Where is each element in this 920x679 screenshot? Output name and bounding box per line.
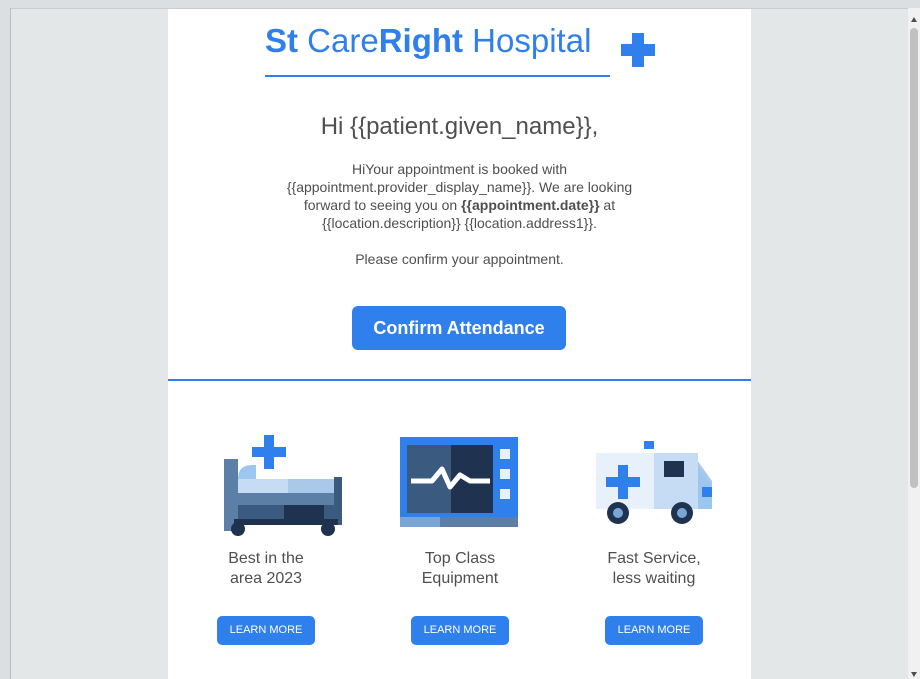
appointment-message: HiYour appointment is booked with {{appo… (264, 160, 655, 232)
feature-caption-line-1: Best in the (228, 550, 304, 567)
message-line-3: forward to seeing you on {{appointment.d… (264, 196, 655, 214)
feature-caption: Top Class Equipment (380, 549, 540, 589)
email-card: St Care Right Hospital Hi {{patient.give… (168, 9, 751, 679)
message-line-4: {{location.description}} {{location.addr… (322, 215, 597, 231)
scroll-up-arrow-icon[interactable] (911, 17, 917, 22)
appointment-date-placeholder: {{appointment.date}} (461, 197, 600, 213)
message-line-3-pre: forward to seeing you on (303, 197, 462, 213)
feature-caption-line-1: Top Class (424, 550, 496, 567)
feature-caption: Fast Service, less waiting (574, 549, 734, 589)
window-left-edge (0, 8, 11, 679)
feature-best-in-area: Best in the area 2023 LEARN MORE (186, 429, 346, 645)
ambulance-icon (574, 429, 734, 539)
message-line-2: {{appointment.provider_display_name}}. W… (286, 179, 633, 195)
feature-caption-line-1: Fast Service, (607, 550, 701, 567)
confirm-prompt: Please confirm your appointment. (355, 251, 564, 267)
feature-fast-service: Fast Service, less waiting LEARN MORE (574, 429, 734, 645)
feature-caption-line-2: Equipment (421, 570, 499, 587)
vertical-scrollbar[interactable] (908, 8, 920, 679)
greeting-heading: Hi {{patient.given_name}}, (320, 113, 599, 140)
medical-cross-icon (621, 33, 655, 67)
confirm-attendance-button[interactable]: Confirm Attendance (352, 306, 566, 350)
message-line-3-post: at (599, 197, 616, 213)
hospital-bed-icon (186, 429, 346, 539)
message-line-1: HiYour appointment is booked with (351, 161, 568, 177)
brand-part-care: Care (307, 22, 379, 59)
feature-caption: Best in the area 2023 (186, 549, 346, 589)
brand-part-hospital: Hospital (463, 22, 592, 59)
feature-caption-line-2: area 2023 (229, 570, 303, 587)
scrollbar-thumb[interactable] (910, 28, 918, 488)
learn-more-button[interactable]: LEARN MORE (411, 616, 509, 645)
brand-part-right: Right (378, 22, 464, 59)
heart-monitor-icon (380, 429, 540, 539)
section-divider (168, 379, 751, 381)
feature-top-class-equipment: Top Class Equipment LEARN MORE (380, 429, 540, 645)
scroll-down-arrow-icon[interactable] (911, 672, 917, 677)
brand-part-st: St (265, 22, 308, 59)
learn-more-button[interactable]: LEARN MORE (217, 616, 315, 645)
feature-caption-line-2: less waiting (612, 570, 696, 587)
learn-more-button[interactable]: LEARN MORE (605, 616, 703, 645)
window-top-edge (0, 0, 920, 9)
brand-logo-link[interactable]: St Care Right Hospital (265, 21, 610, 77)
